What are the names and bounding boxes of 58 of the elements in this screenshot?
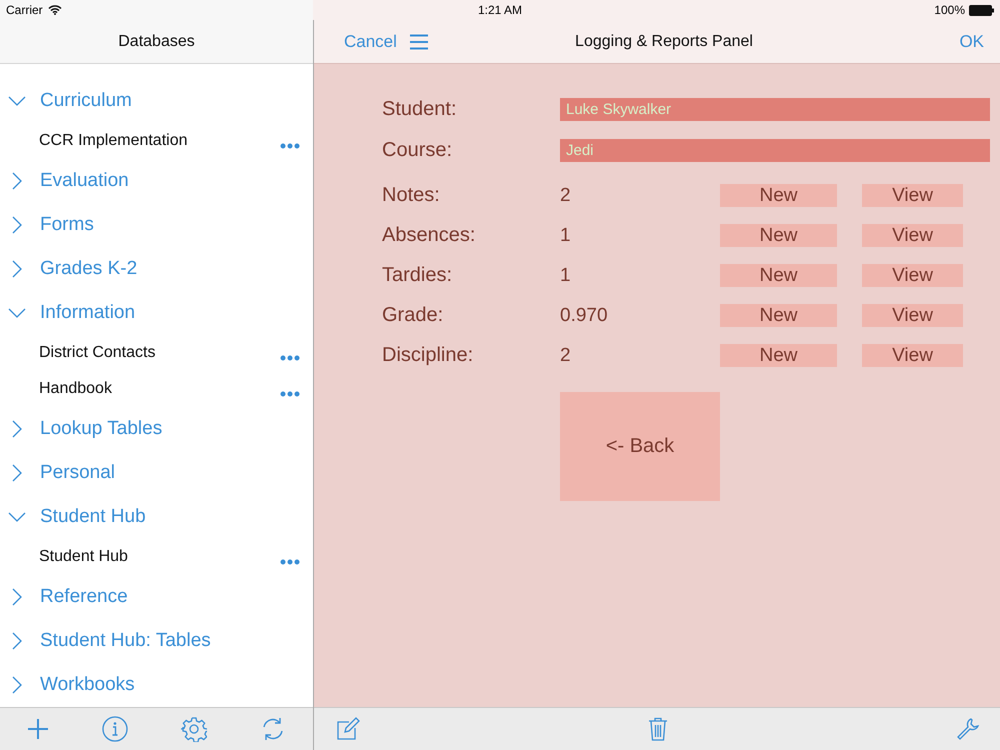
record-label: Grade:: [382, 304, 444, 327]
group-row[interactable]: Student Hub: [0, 495, 313, 539]
group-row[interactable]: Information: [0, 291, 313, 335]
new-button[interactable]: New: [720, 264, 837, 287]
new-button[interactable]: New: [720, 344, 837, 367]
record-count: 1: [560, 264, 572, 286]
record-count: 2: [560, 184, 572, 206]
record-label: Tardies:: [382, 264, 454, 287]
group-row[interactable]: Personal: [0, 451, 313, 495]
record-count: 0.970: [560, 304, 609, 326]
view-button[interactable]: View: [862, 344, 963, 367]
back-button[interactable]: <- Back: [560, 392, 720, 501]
group-row[interactable]: Workbooks: [0, 663, 313, 707]
add-icon[interactable]: [26, 718, 49, 740]
database-item[interactable]: District Contacts: [39, 344, 156, 362]
wrench-icon[interactable]: [956, 717, 980, 741]
view-button[interactable]: View: [862, 264, 963, 287]
database-item[interactable]: Handbook: [39, 380, 112, 398]
record-label: Notes:: [382, 184, 441, 207]
new-button[interactable]: New: [720, 224, 837, 247]
database-item[interactable]: Student Hub: [39, 548, 128, 566]
compose-icon[interactable]: [336, 717, 360, 741]
more-icon[interactable]: [280, 143, 300, 149]
status-time: 1:21 AM: [478, 3, 522, 17]
battery-percent: 100%: [934, 3, 965, 17]
trash-icon[interactable]: [648, 717, 668, 741]
more-icon[interactable]: [280, 355, 300, 361]
group-row[interactable]: Reference: [0, 575, 313, 619]
settings-icon[interactable]: [181, 716, 208, 742]
group-row[interactable]: Evaluation: [0, 159, 313, 203]
new-button[interactable]: New: [720, 304, 837, 327]
more-icon[interactable]: [280, 559, 300, 565]
panel-title: Logging & Reports Panel: [575, 32, 753, 50]
wifi-icon: [48, 5, 62, 15]
group-row[interactable]: Lookup Tables: [0, 407, 313, 451]
field-label: Course:: [382, 139, 454, 162]
carrier-label: Carrier: [6, 3, 43, 17]
view-button[interactable]: View: [862, 304, 963, 327]
view-button[interactable]: View: [862, 224, 963, 247]
field-label: Student:: [382, 98, 458, 121]
ok-button[interactable]: OK: [959, 32, 984, 52]
new-button[interactable]: New: [720, 184, 837, 207]
record-count: 1: [560, 224, 572, 246]
record-label: Discipline:: [382, 344, 474, 367]
group-row[interactable]: Curriculum: [0, 79, 313, 123]
view-button[interactable]: View: [862, 184, 963, 207]
database-item[interactable]: CCR Implementation: [39, 132, 188, 150]
cancel-button[interactable]: Cancel: [344, 32, 397, 52]
more-icon[interactable]: [280, 391, 300, 397]
menu-icon[interactable]: [408, 34, 429, 50]
battery-icon: [969, 4, 994, 16]
sidebar-title: Databases: [118, 32, 195, 50]
record-label: Absences:: [382, 224, 476, 247]
info-icon[interactable]: [102, 716, 128, 742]
group-row[interactable]: Student Hub: Tables: [0, 619, 313, 663]
record-count: 2: [560, 344, 572, 366]
group-row[interactable]: Forms: [0, 203, 313, 247]
group-row[interactable]: Grades K-2: [0, 247, 313, 291]
